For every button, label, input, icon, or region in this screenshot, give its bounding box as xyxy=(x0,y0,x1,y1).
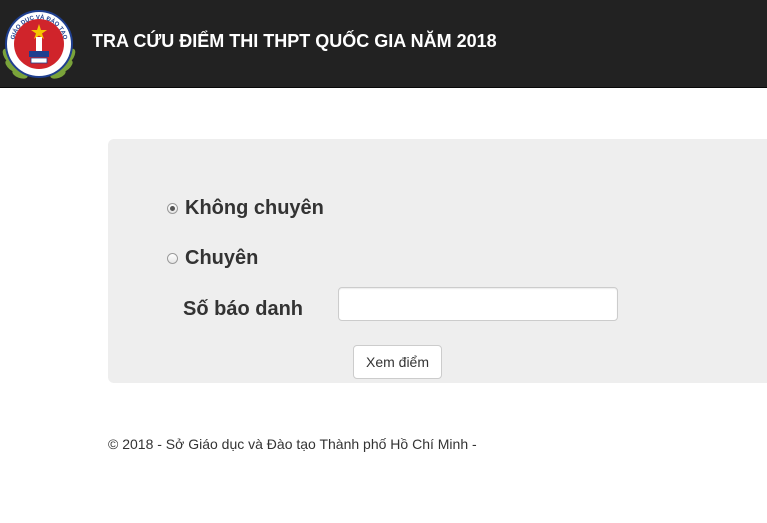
option-label-chuyen: Chuyên xyxy=(185,247,259,269)
department-of-education-emblem-icon[interactable]: GIÁO DỤC VÀ ĐÀO TẠO xyxy=(0,4,78,84)
candidate-number-label: Số báo danh xyxy=(183,298,303,320)
top-navbar: GIÁO DỤC VÀ ĐÀO TẠO TRA CỨU ĐIỂM THI THP… xyxy=(0,0,767,88)
page-title: TRA CỨU ĐIỂM THI THPT QUỐC GIA NĂM 2018 xyxy=(92,31,497,51)
candidate-number-input[interactable] xyxy=(338,287,618,321)
option-khong-chuyen[interactable]: Không chuyên xyxy=(167,197,324,220)
radio-khong-chuyen[interactable] xyxy=(167,203,178,214)
radio-chuyen[interactable] xyxy=(167,253,178,264)
footer-copyright: © 2018 - Sở Giáo dục và Đào tạo Thành ph… xyxy=(108,436,477,452)
option-label-khong-chuyen: Không chuyên xyxy=(185,197,324,219)
view-scores-button[interactable]: Xem điểm xyxy=(353,345,442,379)
option-chuyen[interactable]: Chuyên xyxy=(167,247,258,270)
